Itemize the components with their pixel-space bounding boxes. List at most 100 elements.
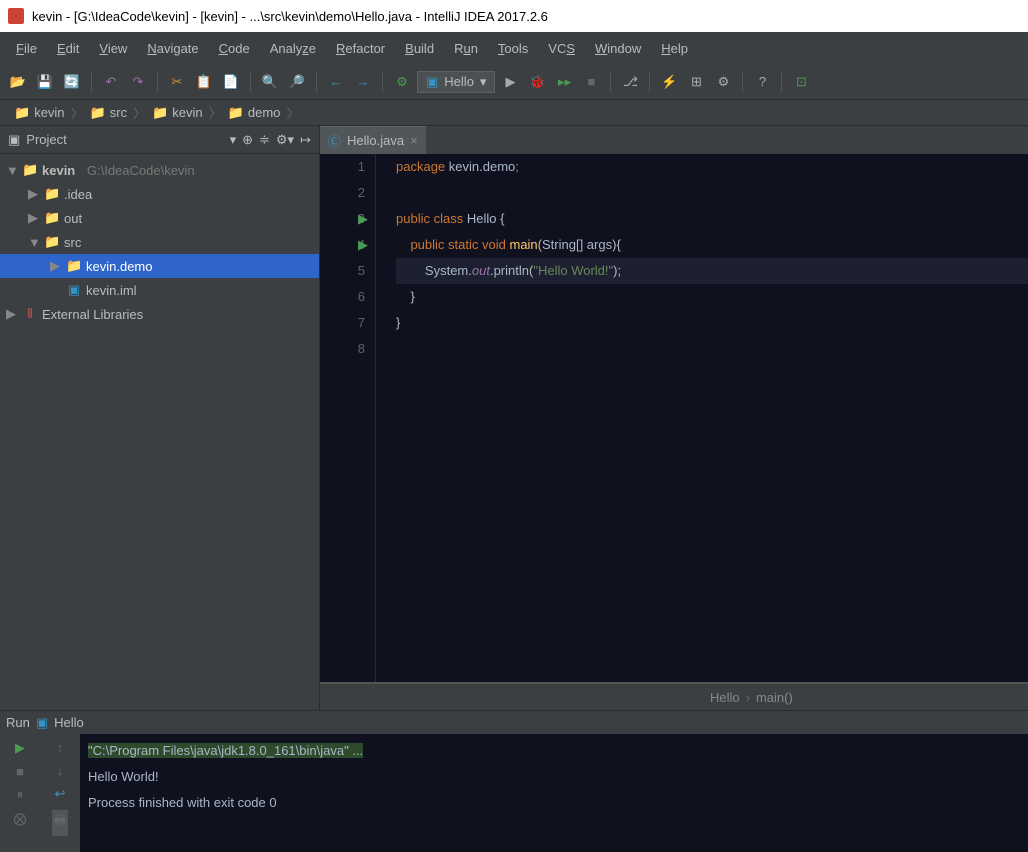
stop-button[interactable]: ■ [16, 764, 24, 779]
menubar: File Edit View Navigate Code Analyze Ref… [0, 32, 1028, 64]
build-icon[interactable]: ⚙ [390, 70, 414, 94]
tree-package[interactable]: ▶ 📁 kevin.demo [0, 254, 319, 278]
expand-arrow-icon[interactable]: ▶ [28, 210, 40, 226]
menu-tools[interactable]: Tools [488, 37, 538, 60]
paste-icon[interactable]: 📄 [219, 70, 243, 94]
debug-button[interactable]: 🐞 [525, 70, 549, 94]
collapse-arrow-icon[interactable]: ▼ [28, 235, 40, 250]
run-config-selector[interactable]: ▣ Hello ▾ [417, 71, 495, 93]
crumb-demo[interactable]: 📁demo [222, 105, 287, 121]
expand-arrow-icon[interactable]: ▶ [6, 306, 18, 322]
tree-out[interactable]: ▶ 📁 out [0, 206, 319, 230]
undo-icon[interactable]: ↶ [99, 70, 123, 94]
gear-icon[interactable]: ⚙▾ [276, 132, 294, 148]
replace-icon[interactable]: 🔎 [285, 70, 309, 94]
collapse-arrow-icon[interactable]: ▼ [6, 163, 18, 178]
java-class-icon: Ⓒ [328, 131, 341, 150]
close-tab-icon[interactable]: × [410, 133, 418, 148]
tree-external-libs[interactable]: ▶ ⦀ External Libraries [0, 302, 319, 326]
expand-arrow-icon[interactable]: ▶ [28, 186, 40, 202]
chevron-right-icon: 〉 [71, 103, 84, 122]
exit-button[interactable]: ⨂ [14, 811, 27, 827]
project-sidebar: ▣ Project ▾ ⊕ ≑ ⚙▾ ↦ ▼ 📁 kevin G:\IdeaCo… [0, 126, 320, 710]
menu-refactor[interactable]: Refactor [326, 37, 395, 60]
vcs-icon[interactable]: ⎇ [618, 70, 642, 94]
down-icon[interactable]: ↓ [57, 763, 64, 778]
help-icon[interactable]: ? [750, 70, 774, 94]
run-toolbar: ▶ ■ ⏸ ⨂ ↑ ↓ ↩ 🖶 [0, 734, 80, 852]
menu-navigate[interactable]: Navigate [137, 37, 208, 60]
project-tree[interactable]: ▼ 📁 kevin G:\IdeaCode\kevin ▶ 📁 .idea ▶ … [0, 154, 319, 710]
redo-icon[interactable]: ↷ [126, 70, 150, 94]
find-icon[interactable]: 🔍 [258, 70, 282, 94]
collapse-icon[interactable]: ≑ [259, 132, 270, 148]
package-icon: 📁 [66, 258, 82, 274]
expand-arrow-icon[interactable]: ▶ [50, 258, 62, 274]
menu-analyze[interactable]: Analyze [260, 37, 326, 60]
copy-icon[interactable]: 📋 [192, 70, 216, 94]
rerun-button[interactable]: ▶ [15, 740, 25, 756]
menu-run[interactable]: Run [444, 37, 488, 60]
folder-icon: 📁 [44, 210, 60, 226]
menu-code[interactable]: Code [209, 37, 260, 60]
console-output[interactable]: "C:\Program Files\java\jdk1.8.0_161\bin\… [80, 734, 1028, 852]
structure-icon[interactable]: ⚡ [657, 70, 681, 94]
tab-hello[interactable]: Ⓒ Hello.java × [320, 126, 426, 154]
command-line: "C:\Program Files\java\jdk1.8.0_161\bin\… [88, 743, 363, 758]
sync-icon[interactable]: 🔄 [60, 70, 84, 94]
run-tool-label[interactable]: Run [6, 715, 30, 730]
menu-window[interactable]: Window [585, 37, 651, 60]
wrap-icon[interactable]: ↩ [55, 786, 66, 802]
open-icon[interactable]: 📂 [6, 70, 30, 94]
module-icon: 📁 [22, 162, 38, 178]
toolbar: 📂 💾 🔄 ↶ ↷ ✂ 📋 📄 🔍 🔎 ← → ⚙ ▣ Hello ▾ ▶ 🐞 … [0, 64, 1028, 100]
tree-src[interactable]: ▼ 📁 src [0, 230, 319, 254]
output-line: Hello World! [88, 764, 1020, 790]
sdk-icon[interactable]: ⚙ [711, 70, 735, 94]
cut-icon[interactable]: ✂ [165, 70, 189, 94]
separator [316, 72, 317, 92]
pause-button[interactable]: ⏸ [17, 787, 24, 803]
file-icon: ▣ [66, 282, 82, 298]
menu-vcs[interactable]: VCS [538, 37, 585, 60]
menu-build[interactable]: Build [395, 37, 444, 60]
sidebar-title: Project [26, 132, 223, 147]
menu-file[interactable]: File [6, 37, 47, 60]
titlebar: kevin - [G:\IdeaCode\kevin] - [kevin] - … [0, 0, 1028, 32]
separator [610, 72, 611, 92]
tree-root[interactable]: ▼ 📁 kevin G:\IdeaCode\kevin [0, 158, 319, 182]
forward-icon[interactable]: → [351, 70, 375, 94]
settings-icon[interactable]: ⊡ [789, 70, 813, 94]
hide-icon[interactable]: ↦ [300, 132, 311, 148]
tree-iml[interactable]: ▣ kevin.iml [0, 278, 319, 302]
editor-tabs: Ⓒ Hello.java × [320, 126, 1028, 154]
print-icon[interactable]: 🖶 [52, 810, 68, 836]
separator [649, 72, 650, 92]
separator [382, 72, 383, 92]
folder-icon: 📁 [14, 105, 30, 121]
run-button[interactable]: ▶ [498, 70, 522, 94]
breadcrumb-bar: 📁kevin 〉 📁src 〉 📁kevin 〉 📁demo 〉 [0, 100, 1028, 126]
chevron-down-icon[interactable]: ▾ [230, 132, 237, 148]
tree-idea[interactable]: ▶ 📁 .idea [0, 182, 319, 206]
crumb-src[interactable]: 📁src [84, 105, 134, 121]
crumb-kevin[interactable]: 📁kevin [8, 105, 71, 121]
coverage-button[interactable]: ▸▸ [552, 70, 576, 94]
libraries-icon: ⦀ [22, 306, 38, 322]
run-config-icon: ▣ [36, 715, 48, 731]
separator [91, 72, 92, 92]
back-icon[interactable]: ← [324, 70, 348, 94]
menu-view[interactable]: View [89, 37, 137, 60]
up-icon[interactable]: ↑ [57, 740, 64, 755]
code-editor[interactable]: 123▶4▶5678 package kevin.demo;public cla… [320, 154, 1028, 682]
crumb-kevin2[interactable]: 📁kevin [146, 105, 209, 121]
project-icon: ▣ [8, 132, 20, 148]
menu-help[interactable]: Help [651, 37, 698, 60]
gutter: 123▶4▶5678 [320, 154, 376, 682]
stop-button[interactable]: ■ [579, 70, 603, 94]
project-structure-icon[interactable]: ⊞ [684, 70, 708, 94]
code-area[interactable]: package kevin.demo;public class Hello { … [376, 154, 1028, 682]
save-icon[interactable]: 💾 [33, 70, 57, 94]
target-icon[interactable]: ⊕ [242, 132, 253, 148]
menu-edit[interactable]: Edit [47, 37, 89, 60]
